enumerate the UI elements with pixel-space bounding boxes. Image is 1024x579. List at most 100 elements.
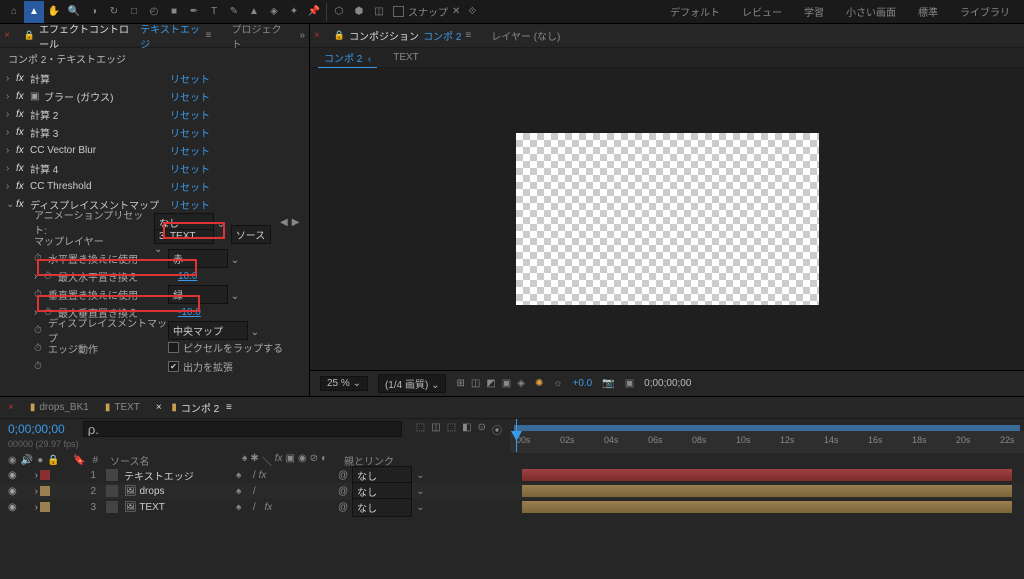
layer-color[interactable] [40, 470, 50, 480]
channel-icon[interactable]: ◈ [517, 378, 525, 389]
effect-name[interactable]: ブラー (ガウス) [44, 89, 170, 104]
snap-options-icon[interactable]: ✕ [452, 6, 460, 17]
reset-link[interactable]: リセット [170, 125, 210, 140]
lock-col-icon[interactable]: 🔒 [47, 455, 59, 466]
solo-col-icon[interactable]: ● [37, 455, 43, 466]
graph-editor-icon[interactable]: ⦿ [492, 422, 502, 437]
parent-select[interactable]: なし [352, 498, 412, 517]
panel-menu-icon[interactable]: ≡ [206, 30, 212, 41]
layer-bar[interactable] [522, 485, 1012, 497]
grid-icon[interactable]: ⊞ [456, 378, 464, 389]
current-time[interactable]: 0;00;00;00 [644, 378, 691, 389]
workspace-standard[interactable]: 標準 [908, 0, 948, 23]
local-axis-icon[interactable]: ⬡ [329, 1, 349, 23]
effect-name[interactable]: CC Threshold [30, 181, 170, 192]
time-ruler[interactable]: 00s 02s 04s 06s 08s 10s 12s 14s 16s 18s … [510, 419, 1024, 453]
wrap-checkbox[interactable] [168, 342, 179, 353]
layer-color[interactable] [40, 486, 50, 496]
view-axis-icon[interactable]: ◫ [369, 1, 389, 23]
prev-preset-icon[interactable]: ◀ [280, 217, 288, 228]
pickwhip-icon[interactable]: @ [338, 486, 348, 497]
show-snapshot-icon[interactable]: ▣ [625, 378, 634, 389]
mask-icon[interactable]: ◩ [486, 378, 495, 389]
panel-menu-icon[interactable]: ≡ [465, 30, 471, 41]
reset-link[interactable]: リセット [170, 197, 210, 212]
resolution-select[interactable]: (1/4 画質) ⌄ [378, 374, 447, 393]
layer-name[interactable]: 🖼 drops [124, 486, 234, 497]
workspace-review[interactable]: レビュー [732, 0, 792, 23]
effect-name[interactable]: 計算 3 [30, 125, 170, 140]
exposure-value[interactable]: +0.0 [573, 378, 593, 389]
eye-col-icon[interactable]: ◉ [8, 455, 17, 466]
layer-row[interactable]: ◉ › 3 🖼 TEXT ♠ / fx @なし ⌄ [0, 499, 1024, 515]
h-use-select[interactable]: 赤 [168, 249, 228, 268]
expand-checkbox[interactable] [168, 361, 179, 372]
panel-close-icon[interactable]: × [4, 30, 10, 41]
effect-name[interactable]: 計算 4 [30, 161, 170, 176]
effect-name[interactable]: 計算 [30, 71, 170, 86]
panel-overflow-icon[interactable]: » [299, 30, 305, 41]
motion-blur-icon[interactable]: ⊙ [478, 422, 486, 437]
timeline-tab-active[interactable]: × ▮コンポ 2 ≡ [156, 400, 232, 415]
timecode[interactable]: 0;00;00;00 [8, 422, 65, 436]
composition-flow-icon[interactable]: ⬚ [416, 422, 425, 437]
color-mgmt-icon[interactable]: ✺ [535, 378, 543, 389]
exposure-icon[interactable]: ☼ [553, 378, 562, 389]
panel-close-icon[interactable]: × [314, 30, 320, 41]
snap-checkbox[interactable] [393, 6, 404, 17]
workspace-learn[interactable]: 学習 [794, 0, 834, 23]
guides-icon[interactable]: ◫ [471, 378, 480, 389]
layer-name[interactable]: テキストエッジ [124, 468, 234, 483]
timeline-tab[interactable]: ▮TEXT [105, 402, 140, 413]
reset-link[interactable]: リセット [170, 89, 210, 104]
visibility-toggle[interactable]: ◉ [8, 470, 17, 481]
v-use-select[interactable]: 緑 [168, 285, 228, 304]
v-max-value[interactable]: -10.0 [178, 307, 201, 318]
reset-link[interactable]: リセット [170, 143, 210, 158]
layer-color[interactable] [40, 502, 50, 512]
panel-close-icon[interactable]: × [8, 402, 14, 413]
map-source-select[interactable]: ソース [231, 225, 271, 244]
composition-canvas[interactable] [516, 133, 819, 305]
h-max-value[interactable]: 10.0 [178, 271, 197, 282]
composition-tab[interactable]: 🔒 コンポジション コンポ 2 ≡ [328, 24, 477, 47]
reset-link[interactable]: リセット [170, 179, 210, 194]
reset-link[interactable]: リセット [170, 107, 210, 122]
layer-tab[interactable]: レイヤー (なし) [485, 24, 566, 47]
layer-name[interactable]: 🖼 TEXT [124, 502, 234, 513]
zoom-select[interactable]: 25 % ⌄ [320, 376, 368, 391]
sub-tab-comp[interactable]: コンポ 2 ‹ [318, 48, 377, 68]
visibility-toggle[interactable]: ◉ [8, 502, 17, 513]
timeline-search[interactable] [83, 421, 402, 437]
shy-icon[interactable]: ⬚ [447, 422, 456, 437]
audio-col-icon[interactable]: 🔊 [21, 455, 33, 466]
frame-blend-icon[interactable]: ◧ [462, 422, 471, 437]
visibility-toggle[interactable]: ◉ [8, 486, 17, 497]
reset-link[interactable]: リセット [170, 161, 210, 176]
workspace-default[interactable]: デフォルト [660, 0, 730, 23]
sub-tab-text[interactable]: TEXT [387, 50, 425, 65]
map-layer-select[interactable]: 3. TEXT [154, 229, 214, 244]
next-preset-icon[interactable]: ▶ [292, 217, 300, 228]
puppet-tool-icon[interactable]: 📌 [304, 1, 324, 23]
dmap-select[interactable]: 中央マップ [168, 321, 248, 340]
effect-name[interactable]: 計算 2 [30, 107, 170, 122]
layer-bar[interactable] [522, 469, 1012, 481]
workspace-small[interactable]: 小さい画面 [836, 0, 906, 23]
playhead[interactable] [516, 419, 517, 452]
pickwhip-icon[interactable]: @ [338, 470, 348, 481]
snap-options-icon2[interactable]: ⟐ [468, 6, 476, 17]
region-icon[interactable]: ▣ [502, 378, 511, 389]
effect-name[interactable]: CC Vector Blur [30, 145, 170, 156]
viewer[interactable] [310, 68, 1024, 370]
reset-link[interactable]: リセット [170, 71, 210, 86]
lock-icon[interactable]: 🔒 [24, 30, 35, 41]
lock-icon[interactable]: 🔒 [334, 30, 345, 41]
workspace-library[interactable]: ライブラリ [950, 0, 1020, 23]
layer-bar[interactable] [522, 501, 1012, 513]
world-axis-icon[interactable]: ⬢ [349, 1, 369, 23]
draft3d-icon[interactable]: ◫ [431, 422, 440, 437]
snapshot-icon[interactable]: 📷 [602, 378, 614, 389]
pickwhip-icon[interactable]: @ [338, 502, 348, 513]
timeline-tab[interactable]: ▮drops_BK1 [30, 402, 89, 413]
